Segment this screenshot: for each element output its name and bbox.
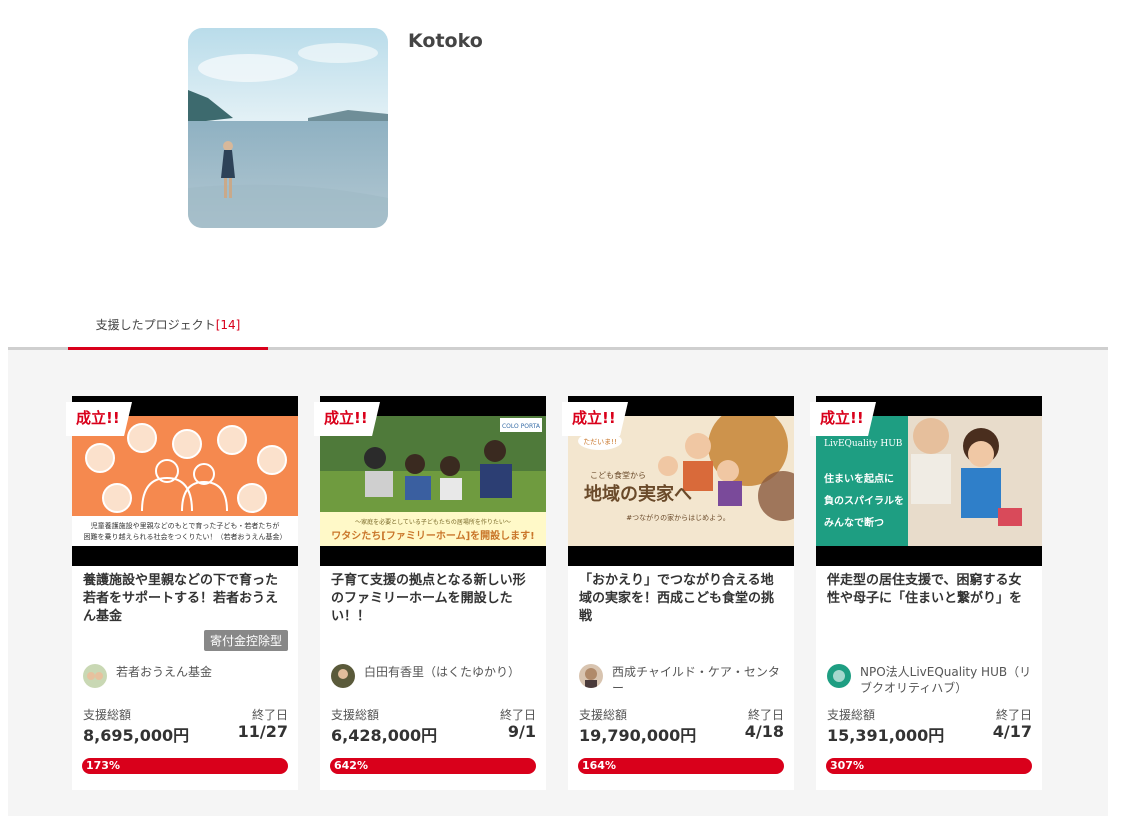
- progress-bar: 307%: [826, 758, 1032, 774]
- end-date: 11/27: [237, 722, 288, 741]
- end-date: 4/17: [992, 722, 1032, 741]
- end-date: 9/1: [507, 722, 536, 741]
- thumb-caption: こども食堂から: [590, 470, 646, 480]
- end-label: 終了日: [251, 708, 288, 722]
- success-badge: 成立!!: [66, 402, 132, 436]
- project-card[interactable]: COLO PORTA 〜家庭を必要としている子どもたちの居場所を作りたい〜 ワタ…: [314, 396, 546, 790]
- thumb-caption: 困難を乗り越えられる社会をつくりたい！（若者おうえん基金）: [84, 532, 287, 541]
- end-date: 4/18: [744, 722, 784, 741]
- tab-label: 支援したプロジェクト: [95, 318, 216, 332]
- owner-name[interactable]: 西成チャイルド・ケア・センター: [612, 664, 788, 696]
- project-card[interactable]: LivEQuality HUB 住まいを起点に 負のスパイラルを みんなで断つ …: [810, 396, 1042, 790]
- total-amount: 8,695,000円: [83, 726, 190, 745]
- thumb-logo: COLO PORTA: [502, 423, 541, 430]
- progress-percent: 642%: [334, 759, 368, 772]
- total-label: 支援総額: [331, 708, 380, 722]
- thumb-caption: #つながりの家からはじめよう。: [626, 513, 729, 522]
- project-card[interactable]: ただいま!! こども食堂から 地域の実家へ #つながりの家からはじめよう。 成立…: [562, 396, 794, 790]
- end-label: 終了日: [747, 708, 784, 722]
- total-label: 支援総額: [827, 708, 876, 722]
- thumb-caption: 地域の実家へ: [584, 483, 692, 505]
- tab-bar: 支援したプロジェクト[14]: [8, 310, 1108, 350]
- success-badge: 成立!!: [562, 402, 628, 436]
- tax-deduction-badge: 寄付金控除型: [203, 630, 288, 651]
- thumb-caption: 〜家庭を必要としている子どもたちの居場所を作りたい〜: [355, 518, 511, 526]
- progress-percent: 164%: [582, 759, 616, 772]
- owner-avatar: [83, 664, 107, 688]
- owner-avatar: [331, 664, 355, 688]
- end-label: 終了日: [499, 708, 536, 722]
- progress-bar: 164%: [578, 758, 784, 774]
- progress-percent: 173%: [86, 759, 120, 772]
- project-card[interactable]: 児童養護施設や里親などのもとで育った子ども・若者たちが 困難を乗り越えられる社会…: [66, 396, 298, 790]
- profile-photo: [188, 28, 388, 228]
- total-label: 支援総額: [83, 708, 132, 722]
- success-badge: 成立!!: [810, 402, 876, 436]
- project-title[interactable]: 養護施設や里親などの下で育った若者をサポートする！若者おうえん基金: [83, 572, 287, 626]
- thumb-caption: 住まいを起点に: [824, 472, 894, 485]
- total-amount: 15,391,000円: [827, 726, 945, 745]
- thumb-bubble: ただいま!!: [583, 438, 617, 446]
- tab-count: [14]: [215, 318, 241, 332]
- success-badge: 成立!!: [314, 402, 380, 436]
- owner-avatar: [579, 664, 603, 688]
- profile-name: Kotoko: [408, 30, 483, 52]
- owner-name[interactable]: 若者おうえん基金: [116, 664, 292, 680]
- progress-percent: 307%: [830, 759, 864, 772]
- total-label: 支援総額: [579, 708, 628, 722]
- owner-avatar: [827, 664, 851, 688]
- thumb-caption: 負のスパイラルを: [824, 494, 904, 507]
- project-title[interactable]: 子育て支援の拠点となる新しい形のファミリーホームを開設したい！！: [331, 572, 535, 626]
- owner-name[interactable]: 白田有香里（はくたゆかり）: [364, 664, 540, 680]
- tab-supported-projects[interactable]: 支援したプロジェクト[14]: [68, 310, 268, 350]
- thumb-caption: 児童養護施設や里親などのもとで育った子ども・若者たちが: [91, 521, 280, 530]
- thumb-caption: みんなで断つ: [824, 516, 884, 529]
- thumb-caption: ワタシたち[ファミリーホーム]を開設します!: [331, 529, 534, 542]
- project-gallery: 児童養護施設や里親などのもとで育った子ども・若者たちが 困難を乗り越えられる社会…: [8, 350, 1108, 816]
- project-title[interactable]: 伴走型の居住支援で、困窮する女性や母子に「住まいと繋がり」を: [827, 572, 1031, 608]
- owner-name[interactable]: NPO法人LivEQuality HUB（リブクオリティハブ）: [860, 664, 1036, 696]
- end-label: 終了日: [995, 708, 1032, 722]
- progress-bar: 173%: [82, 758, 288, 774]
- thumb-logo: LivEQuality HUB: [824, 439, 903, 449]
- total-amount: 19,790,000円: [579, 726, 697, 745]
- total-amount: 6,428,000円: [331, 726, 438, 745]
- project-title[interactable]: 「おかえり」でつながり合える地域の実家を！西成こども食堂の挑戦: [579, 572, 783, 626]
- progress-bar: 642%: [330, 758, 536, 774]
